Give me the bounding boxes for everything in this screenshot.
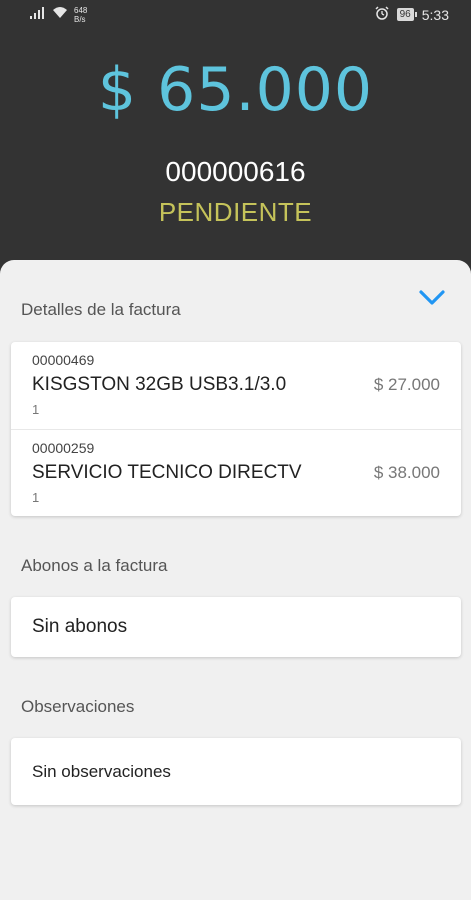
invoice-detail-sheet: Detalles de la factura 00000469 KISGSTON… xyxy=(0,260,471,900)
alarm-icon xyxy=(375,6,389,23)
invoice-number: 000000616 xyxy=(165,156,306,187)
net-speed-unit: B/s xyxy=(74,15,86,24)
item-name: KISGSTON 32GB USB3.1/3.0 xyxy=(32,374,287,395)
status-left: 648 B/s xyxy=(30,6,87,24)
status-bar: 648 B/s 96 5:33 xyxy=(0,0,471,30)
payments-title: Abonos a la factura xyxy=(21,556,168,575)
list-item[interactable]: 00000259 SERVICIO TECNICO DIRECTV 1 $ 38… xyxy=(11,429,461,516)
item-quantity: 1 xyxy=(32,402,40,417)
item-price: $ 27.000 xyxy=(373,375,440,394)
observations-card: Sin observaciones xyxy=(11,738,461,805)
invoice-header: $ 65.000 000000616 PENDIENTE xyxy=(0,50,471,232)
observations-title: Observaciones xyxy=(21,697,135,716)
net-speed-value: 648 xyxy=(74,6,88,15)
net-speed: 648 B/s xyxy=(74,6,87,24)
item-code: 00000259 xyxy=(32,440,95,456)
clock: 5:33 xyxy=(421,6,449,23)
chevron-down-icon[interactable] xyxy=(419,290,445,311)
invoice-status: PENDIENTE xyxy=(158,197,313,227)
signal-icon xyxy=(30,6,46,22)
wifi-icon xyxy=(52,6,68,22)
item-quantity: 1 xyxy=(32,490,40,505)
item-price: $ 38.000 xyxy=(373,463,440,482)
list-item[interactable]: 00000469 KISGSTON 32GB USB3.1/3.0 1 $ 27… xyxy=(11,342,461,429)
payments-card: Sin abonos xyxy=(11,597,461,657)
observations-empty-text: Sin observaciones xyxy=(32,762,171,781)
battery-icon: 96 xyxy=(396,8,417,21)
item-code: 00000469 xyxy=(32,352,95,368)
status-right: 96 5:33 xyxy=(375,6,449,23)
details-title: Detalles de la factura xyxy=(21,300,181,319)
invoice-amount: $ 65.000 xyxy=(97,55,374,125)
payments-empty-text: Sin abonos xyxy=(32,616,128,637)
details-card: 00000469 KISGSTON 32GB USB3.1/3.0 1 $ 27… xyxy=(11,342,461,516)
item-name: SERVICIO TECNICO DIRECTV xyxy=(32,462,302,483)
